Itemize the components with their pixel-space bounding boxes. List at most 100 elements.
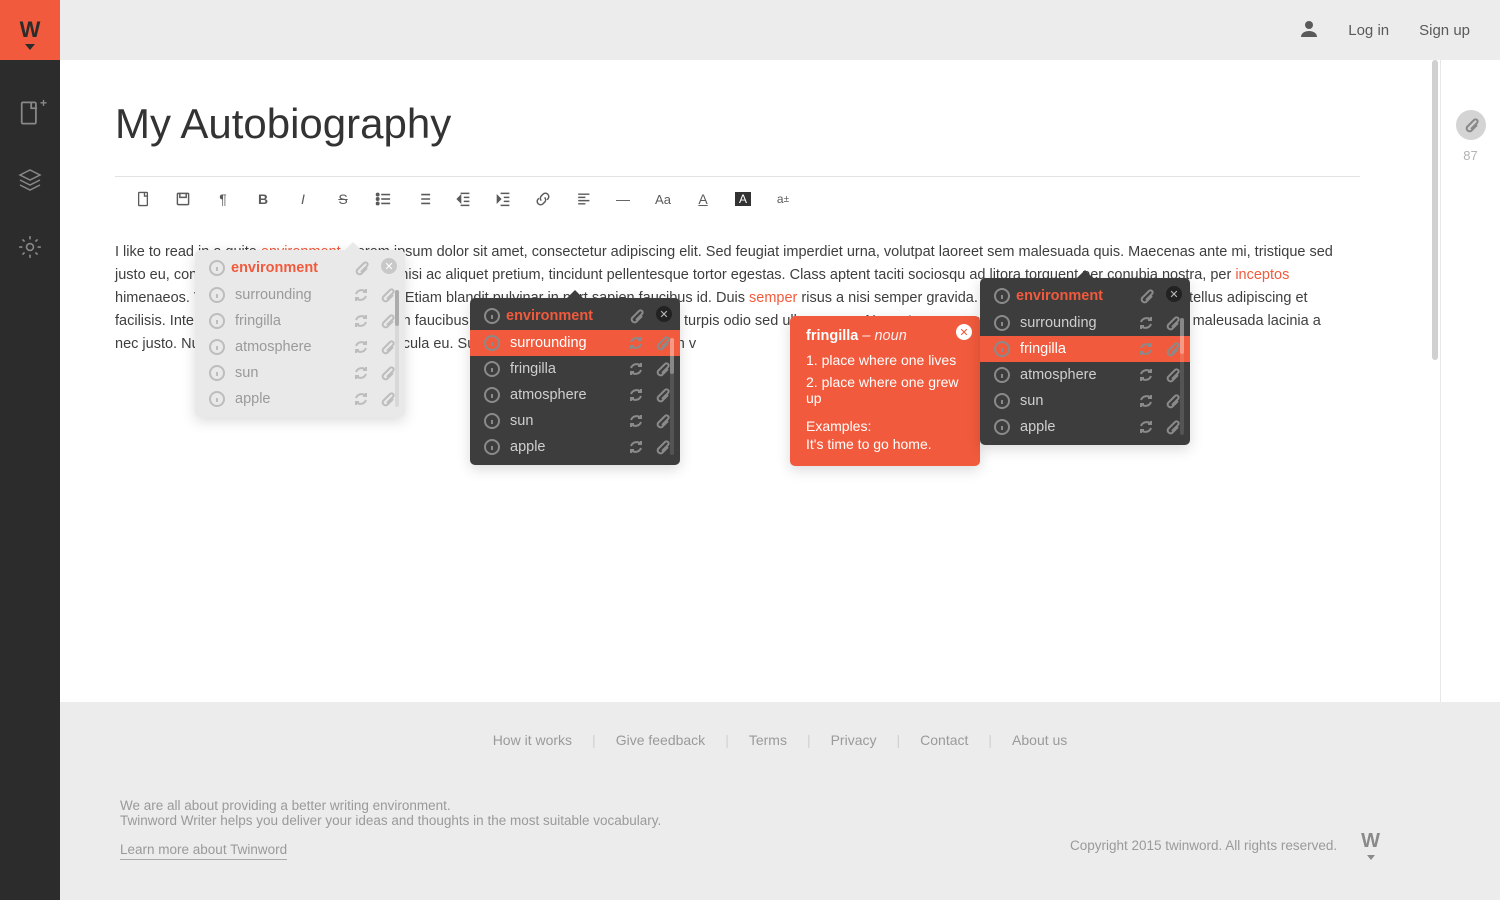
synonym-option[interactable]: apple xyxy=(980,414,1190,445)
outdent-button[interactable] xyxy=(495,191,511,207)
sync-icon[interactable] xyxy=(1138,341,1154,357)
footer-link-contact[interactable]: Contact xyxy=(920,732,968,748)
attach-icon[interactable] xyxy=(353,260,369,276)
sync-icon[interactable] xyxy=(628,413,644,429)
synonym-option[interactable]: fringilla xyxy=(470,356,680,382)
font-size-button[interactable]: Aa xyxy=(655,192,671,207)
user-icon[interactable] xyxy=(1300,19,1318,41)
brand-logo[interactable]: W xyxy=(0,0,60,60)
keyword-semper[interactable]: semper xyxy=(749,290,797,306)
attach-icon[interactable] xyxy=(379,313,395,329)
sync-icon[interactable] xyxy=(1138,419,1154,435)
save-button[interactable] xyxy=(175,191,191,207)
tooltip-definition: 1. place where one lives xyxy=(790,350,980,372)
sync-icon[interactable] xyxy=(353,339,369,355)
attach-icon[interactable] xyxy=(379,391,395,407)
synonym-option[interactable]: sun xyxy=(470,408,680,434)
attach-icon[interactable] xyxy=(379,287,395,303)
sync-icon[interactable] xyxy=(628,387,644,403)
new-document-button[interactable]: + xyxy=(17,100,43,131)
attach-icon[interactable] xyxy=(654,439,670,455)
attach-icon[interactable] xyxy=(1164,341,1180,357)
close-icon[interactable]: ✕ xyxy=(956,324,972,340)
keyword-inceptos[interactable]: inceptos xyxy=(1235,267,1289,283)
close-icon[interactable]: ✕ xyxy=(656,306,672,322)
popover-scrollbar[interactable] xyxy=(670,338,674,455)
attach-icon[interactable] xyxy=(654,413,670,429)
footer-link-terms[interactable]: Terms xyxy=(749,732,787,748)
synonym-option[interactable]: apple xyxy=(470,434,680,465)
highlight-button[interactable]: A xyxy=(735,192,751,206)
attach-icon[interactable] xyxy=(654,361,670,377)
underline-button[interactable]: A xyxy=(695,191,711,207)
sync-icon[interactable] xyxy=(628,335,644,351)
synonym-option[interactable]: atmosphere xyxy=(980,362,1190,388)
footer-link-about[interactable]: About us xyxy=(1012,732,1067,748)
bullet-list-button[interactable] xyxy=(375,191,391,207)
synonym-option[interactable]: surrounding xyxy=(470,330,680,356)
pilcrow-button[interactable]: ¶ xyxy=(215,191,231,207)
hr-button[interactable]: — xyxy=(615,191,631,207)
synonym-option[interactable]: fringilla xyxy=(980,336,1190,362)
tooltip-example: It's time to go home. xyxy=(790,434,980,466)
popover-scrollbar[interactable] xyxy=(1180,318,1184,435)
synonym-option[interactable]: surrounding xyxy=(195,282,405,308)
synonym-option[interactable]: fringilla xyxy=(195,308,405,334)
document-title[interactable]: My Autobiography xyxy=(115,100,1360,148)
footer-blurb: Twinword Writer helps you deliver your i… xyxy=(120,813,661,828)
footer-link-how[interactable]: How it works xyxy=(493,732,572,748)
close-icon[interactable]: ✕ xyxy=(1166,286,1182,302)
login-link[interactable]: Log in xyxy=(1348,22,1389,39)
synonym-option[interactable]: apple xyxy=(195,386,405,417)
synonym-option[interactable]: sun xyxy=(980,388,1190,414)
synonym-option[interactable]: sun xyxy=(195,360,405,386)
close-icon[interactable]: ✕ xyxy=(381,258,397,274)
indent-button[interactable] xyxy=(455,191,471,207)
settings-button[interactable] xyxy=(17,234,43,265)
synonym-option[interactable]: atmosphere xyxy=(195,334,405,360)
new-file-button[interactable] xyxy=(135,191,151,207)
number-list-button[interactable] xyxy=(415,191,431,207)
popover-heading: environment xyxy=(231,260,318,276)
editor-scrollbar[interactable] xyxy=(1430,60,1440,702)
info-icon xyxy=(209,365,225,381)
documents-button[interactable] xyxy=(17,167,43,198)
attach-icon[interactable] xyxy=(1164,419,1180,435)
sync-icon[interactable] xyxy=(1138,367,1154,383)
synonym-option[interactable]: surrounding xyxy=(980,310,1190,336)
sync-icon[interactable] xyxy=(628,361,644,377)
attach-icon[interactable] xyxy=(654,335,670,351)
info-icon xyxy=(994,341,1010,357)
attach-icon[interactable] xyxy=(1164,393,1180,409)
sync-icon[interactable] xyxy=(353,287,369,303)
link-button[interactable] xyxy=(535,191,551,207)
attach-icon[interactable] xyxy=(1164,315,1180,331)
sync-icon[interactable] xyxy=(353,365,369,381)
sync-icon[interactable] xyxy=(628,439,644,455)
sync-icon[interactable] xyxy=(353,313,369,329)
align-button[interactable] xyxy=(575,191,591,207)
sync-icon[interactable] xyxy=(1138,315,1154,331)
italic-button[interactable]: I xyxy=(295,191,311,207)
attach-icon[interactable] xyxy=(654,387,670,403)
attach-icon[interactable] xyxy=(1164,367,1180,383)
info-icon xyxy=(994,315,1010,331)
signup-link[interactable]: Sign up xyxy=(1419,22,1470,39)
sync-icon[interactable] xyxy=(1138,393,1154,409)
attach-icon[interactable] xyxy=(379,339,395,355)
brand-letter: W xyxy=(20,19,41,41)
popover-scrollbar[interactable] xyxy=(395,290,399,407)
synonym-option[interactable]: atmosphere xyxy=(470,382,680,408)
attach-icon[interactable] xyxy=(628,308,644,324)
footer-link-privacy[interactable]: Privacy xyxy=(831,732,877,748)
clear-format-button[interactable]: a± xyxy=(775,192,791,206)
bold-button[interactable]: B xyxy=(255,191,271,207)
attach-icon[interactable] xyxy=(379,365,395,381)
attachments-button[interactable] xyxy=(1456,110,1486,140)
footer-learn-link[interactable]: Learn more about Twinword xyxy=(120,842,287,860)
sync-icon[interactable] xyxy=(353,391,369,407)
footer-link-feedback[interactable]: Give feedback xyxy=(616,732,706,748)
option-label: apple xyxy=(1020,419,1128,435)
attach-icon[interactable] xyxy=(1138,288,1154,304)
strikethrough-button[interactable]: S xyxy=(335,191,351,207)
